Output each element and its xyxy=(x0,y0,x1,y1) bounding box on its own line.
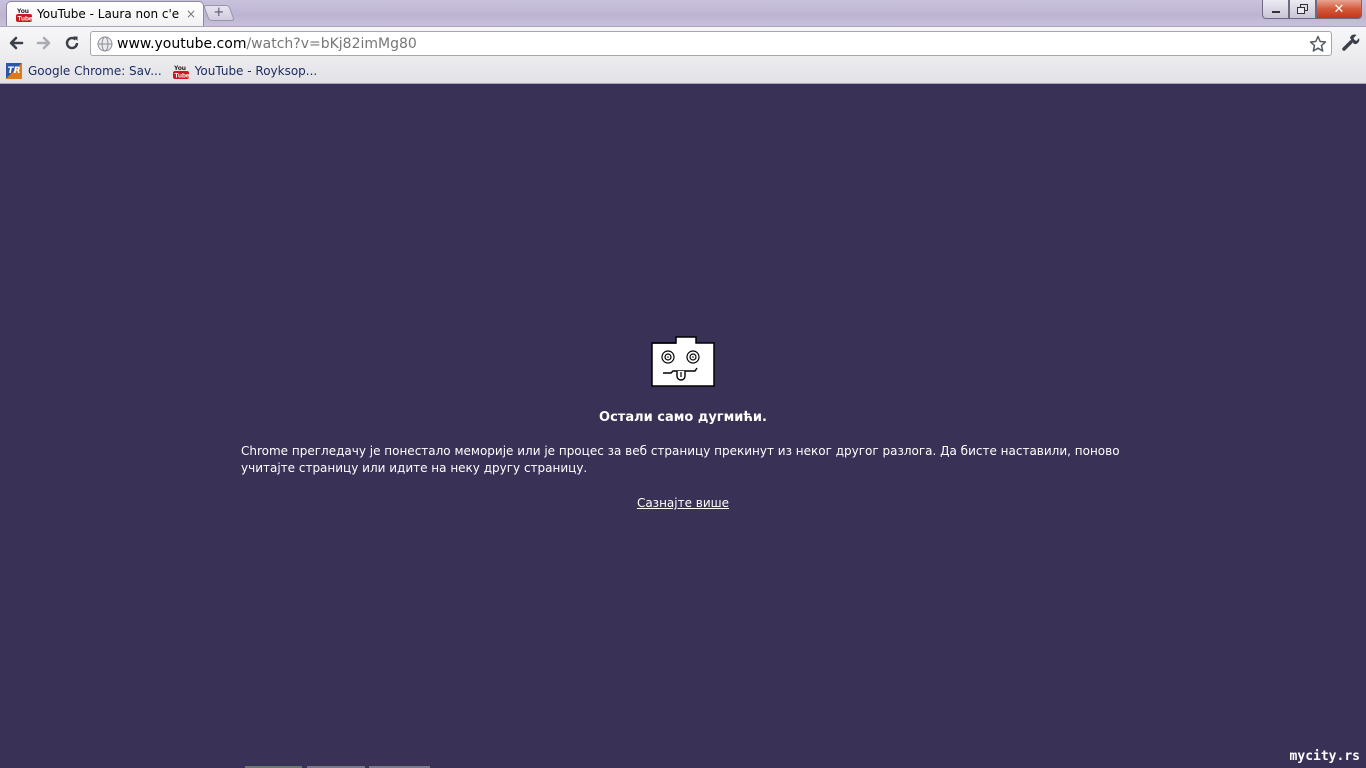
star-icon[interactable] xyxy=(1309,35,1327,53)
bookmark-label: YouTube - Royksop... xyxy=(194,63,318,78)
tab-title: YouTube - Laura non c'e xyxy=(37,7,180,21)
new-tab-button[interactable]: + xyxy=(203,5,235,21)
forward-button[interactable] xyxy=(33,32,55,54)
globe-icon xyxy=(97,36,113,51)
bookmark-google-chrome[interactable]: TR Google Chrome: Sav... xyxy=(6,62,162,79)
url-text: www.youtube.com/watch?v=bKj82imMg80 xyxy=(117,36,417,52)
minimize-icon xyxy=(1271,11,1280,13)
reload-icon xyxy=(65,36,79,50)
bookmark-youtube-royksop[interactable]: You Tube YouTube - Royksop... xyxy=(172,63,318,79)
sad-folder-face-icon xyxy=(651,336,715,387)
browser-toolbar: www.youtube.com/watch?v=bKj82imMg80 xyxy=(0,26,1366,58)
address-bar[interactable]: www.youtube.com/watch?v=bKj82imMg80 xyxy=(90,31,1332,56)
sad-tab-message: Chrome прегледачу је понестало меморије … xyxy=(241,444,1120,475)
learn-more-container: Сазнајте више xyxy=(0,492,1366,511)
restore-icon xyxy=(1296,4,1308,14)
maximize-button[interactable] xyxy=(1289,0,1316,19)
svg-text:Tube: Tube xyxy=(174,72,189,79)
plus-icon: + xyxy=(213,5,225,20)
close-window-button[interactable]: ✕ xyxy=(1316,0,1362,19)
tab-close-icon[interactable]: × xyxy=(185,7,197,21)
back-button[interactable] xyxy=(5,32,27,54)
back-arrow-icon xyxy=(9,36,24,50)
svg-text:You: You xyxy=(17,8,29,15)
wrench-icon[interactable] xyxy=(1340,32,1360,52)
tr-favicon-icon: TR xyxy=(6,62,22,79)
svg-text:You: You xyxy=(174,65,186,72)
minimize-button[interactable] xyxy=(1262,0,1289,19)
youtube-favicon-icon: You Tube xyxy=(16,8,33,23)
tab-youtube[interactable]: You Tube YouTube - Laura non c'e × xyxy=(6,1,204,26)
svg-text:Tube: Tube xyxy=(18,16,33,23)
window-controls: ✕ xyxy=(1262,0,1362,19)
url-path: /watch?v=bKj82imMg80 xyxy=(246,35,417,52)
bookmark-label: Google Chrome: Sav... xyxy=(28,63,162,78)
learn-more-link[interactable]: Сазнајте више xyxy=(637,496,729,510)
url-host: www.youtube.com xyxy=(117,35,247,52)
window-titlebar: You Tube YouTube - Laura non c'e × + ✕ xyxy=(0,0,1366,26)
watermark: mycity.rs xyxy=(1289,749,1360,764)
forward-arrow-icon xyxy=(36,36,51,50)
sad-tab-title: Остали само дугмићи. xyxy=(599,410,767,425)
sad-tab-page: Остали само дугмићи. Chrome прегледачу ј… xyxy=(0,85,1366,768)
bookmarks-bar: TR Google Chrome: Sav... You Tube YouTub… xyxy=(0,58,1366,84)
reload-button[interactable] xyxy=(61,32,83,54)
youtube-favicon-icon: You Tube xyxy=(172,65,189,79)
close-icon: ✕ xyxy=(1333,1,1345,17)
